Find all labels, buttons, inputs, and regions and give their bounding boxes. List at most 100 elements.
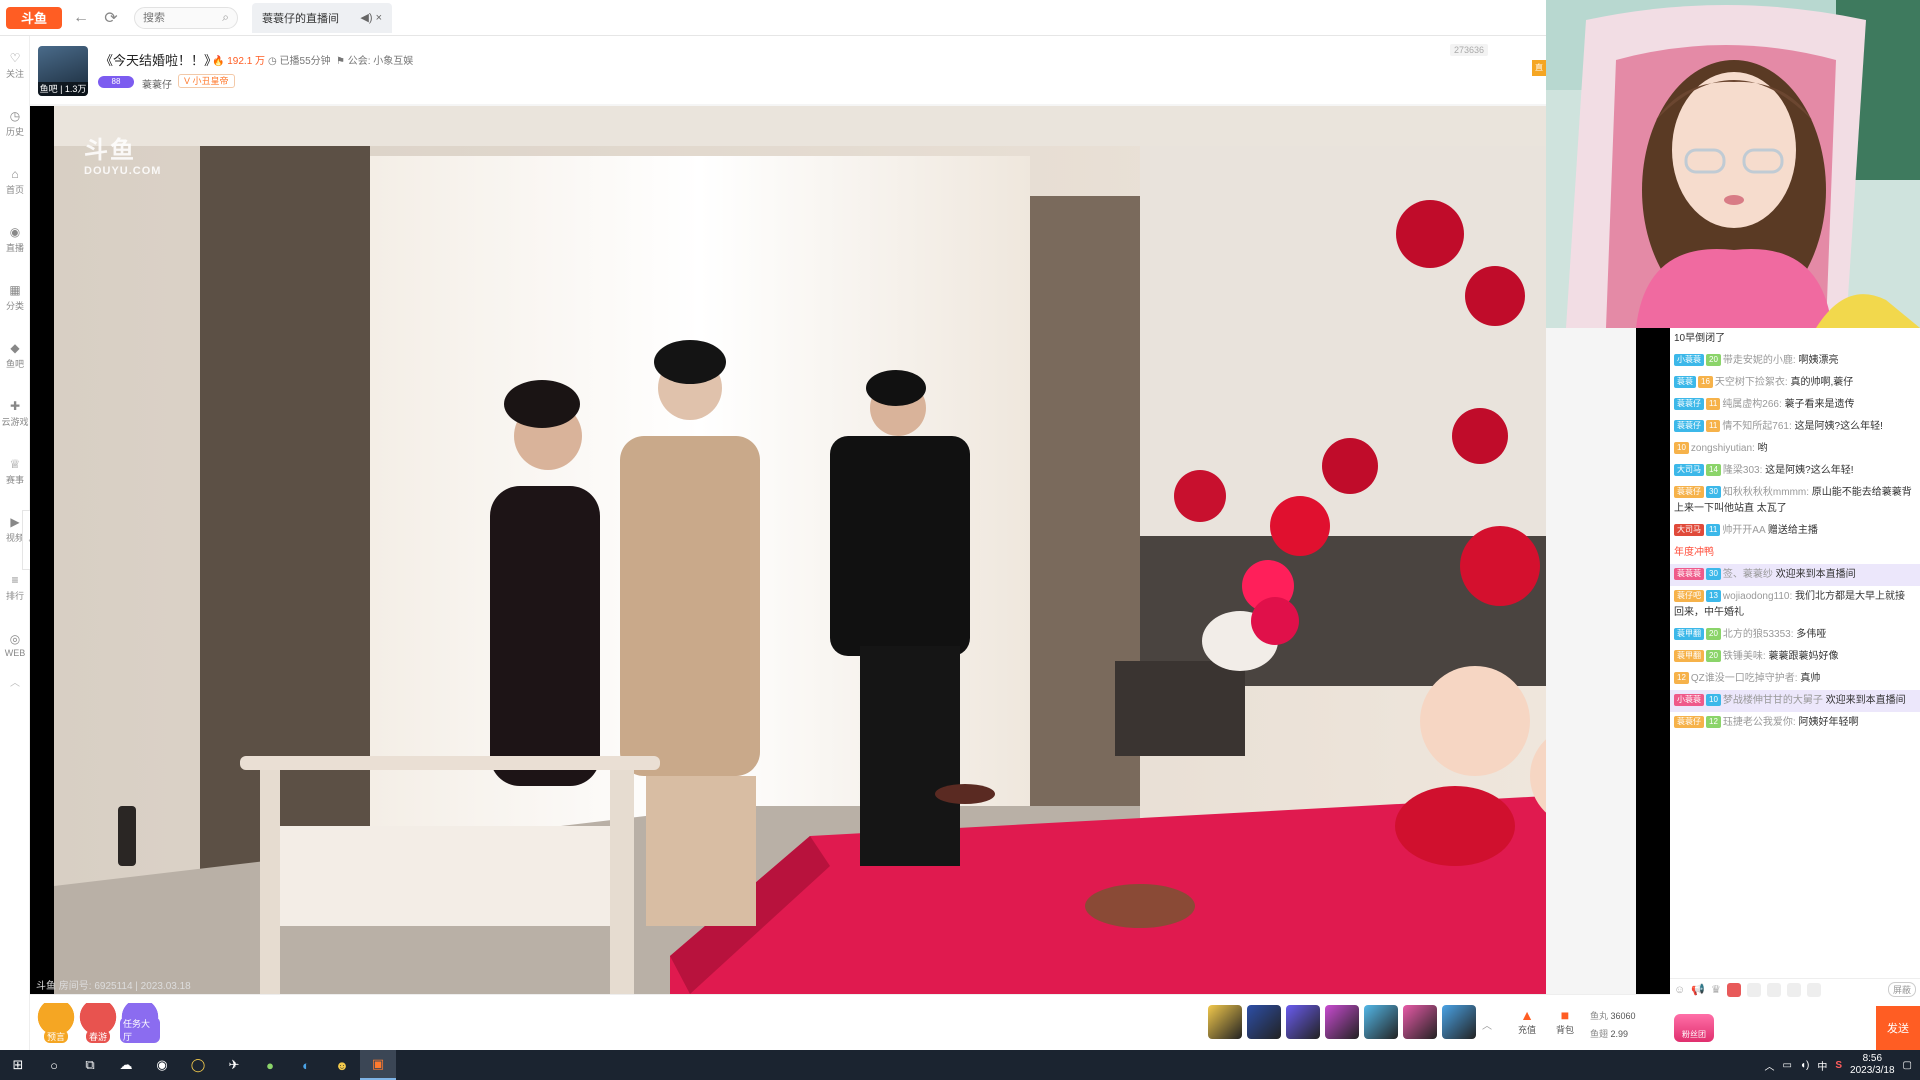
sidebar-item-10[interactable]: ◎ WEB xyxy=(0,616,30,674)
refresh-icon[interactable]: ⟳ xyxy=(100,7,122,29)
chevron-up-icon[interactable]: ︿ xyxy=(0,674,30,689)
chat-username[interactable]: 铁锤美味: xyxy=(1723,651,1766,662)
room-tag[interactable]: V 小丑皇帝 xyxy=(178,74,235,88)
chat-message-list[interactable]: 10早倒闭了 小蓑蓑 20 带走安妮的小鹿: 啊姨漂亮 蓑蓑 16 天空树下捡絮衣: 真的帅… xyxy=(1670,328,1920,734)
chat-username[interactable]: zongshiyutian: xyxy=(1691,443,1755,454)
search-input[interactable] xyxy=(143,11,213,24)
chat-message[interactable]: 小蓑蓑 20 带走安妮的小鹿: 啊姨漂亮 xyxy=(1670,350,1920,372)
user-badge[interactable]: 30 xyxy=(1706,568,1721,581)
user-badge[interactable]: 14 xyxy=(1706,464,1721,477)
sidebar-item-6[interactable]: ✚ 云游戏 xyxy=(0,384,30,442)
chat-message[interactable]: 蓑蓑仔 30 知秋秋秋秋mmmm: 原山能不能去给蓑蓑背上来一下叫他站直 太瓦了 xyxy=(1670,482,1920,520)
chat-message[interactable]: 蓑蓑蓑 30 签、蓑蓑纱 欢迎来到本直播间 xyxy=(1670,564,1920,586)
activity-button-1[interactable]: 春游 xyxy=(78,1003,118,1043)
tab-live-room[interactable]: 蓑蓑仔的直播间 ◀) × xyxy=(252,2,392,33)
shield-toggle[interactable]: 屏蔽 xyxy=(1887,982,1916,997)
tool-icon-1[interactable] xyxy=(1746,982,1761,997)
chat-username[interactable]: QZ谁没一口吃掉守护者: xyxy=(1691,673,1798,684)
user-badge[interactable]: 蓑蓑仔 xyxy=(1674,398,1704,411)
user-badge[interactable]: 16 xyxy=(1698,376,1713,389)
ime-indicator[interactable]: 中 xyxy=(1817,1058,1827,1073)
sidebar-item-1[interactable]: ◷ 历史 xyxy=(0,94,30,152)
chat-message[interactable]: 10 zongshiyutian: 哟 xyxy=(1670,438,1920,460)
gift-item-6[interactable] xyxy=(1442,1005,1476,1039)
tab-sound-close-icons[interactable]: ◀) × xyxy=(360,11,382,24)
search-box[interactable]: ⌕ xyxy=(134,6,238,29)
horn-icon[interactable]: 📢 xyxy=(1691,983,1705,996)
user-badge[interactable]: 蓑仔吧 xyxy=(1674,590,1704,603)
user-badge[interactable]: 11 xyxy=(1706,524,1721,537)
steam-icon[interactable]: ☁ xyxy=(108,1050,144,1080)
chevron-up-icon[interactable]: ︿ xyxy=(1482,1017,1492,1032)
user-badge[interactable]: 10 xyxy=(1674,442,1689,455)
user-badge[interactable]: 12 xyxy=(1674,672,1689,685)
obs-icon[interactable]: ◉ xyxy=(144,1050,180,1080)
chrome-icon[interactable]: ● xyxy=(252,1050,288,1080)
douyu-logo[interactable]: 斗鱼 xyxy=(6,6,62,29)
activity-button-0[interactable]: 预言 xyxy=(36,1003,76,1043)
chat-message[interactable]: 小蓑蓑 10 梦战楼伸甘甘的大舅子 欢迎来到本直播间 xyxy=(1670,690,1920,712)
tray-expand-icon[interactable]: ︿ xyxy=(1765,1058,1775,1073)
chat-message[interactable]: 蓑甲翻 20 北方的狼53353: 多伟哑 xyxy=(1670,624,1920,646)
sidebar-item-0[interactable]: ♡ 关注 xyxy=(0,36,30,94)
user-badge[interactable]: 10 xyxy=(1706,694,1721,707)
sidebar-item-4[interactable]: ▦ 分类 xyxy=(0,268,30,326)
edge-icon[interactable]: ◐ xyxy=(288,1050,324,1080)
user-badge[interactable]: 大司马 xyxy=(1674,464,1704,477)
gift-item-3[interactable] xyxy=(1325,1005,1359,1039)
browser-icon[interactable]: ◯ xyxy=(180,1050,216,1080)
gift-tool-icon[interactable] xyxy=(1726,982,1741,997)
sogou-icon[interactable]: S xyxy=(1835,1060,1842,1071)
sidebar-item-7[interactable]: ♕ 赛事 xyxy=(0,442,30,500)
task-view-icon[interactable]: ⧉ xyxy=(72,1050,108,1080)
user-badge[interactable]: 小蓑蓑 xyxy=(1674,354,1704,367)
crown-icon[interactable]: ♛ xyxy=(1711,983,1721,996)
chat-message[interactable]: 蓑蓑 16 天空树下捡絮衣: 真的帅啊,蓑仔 xyxy=(1670,372,1920,394)
chat-username[interactable]: 天空树下捡絮衣: xyxy=(1715,377,1788,388)
tool-icon-4[interactable] xyxy=(1806,982,1821,997)
gift-item-2[interactable] xyxy=(1286,1005,1320,1039)
chat-username[interactable]: 情不知所起761: xyxy=(1722,421,1791,432)
sidebar-item-5[interactable]: ◆ 鱼吧 xyxy=(0,326,30,384)
search-icon[interactable]: ⌕ xyxy=(222,10,229,25)
feather-app-icon[interactable]: ✈ xyxy=(216,1050,252,1080)
side-tag[interactable]: 直 xyxy=(1532,60,1546,76)
recharge-button[interactable]: ▲ 充值 xyxy=(1512,1007,1542,1036)
clock[interactable]: 8:56 2023/3/18 xyxy=(1850,1053,1895,1077)
user-badge[interactable]: 蓑甲翻 xyxy=(1674,650,1704,663)
user-badge[interactable]: 蓑甲翻 xyxy=(1674,628,1704,641)
user-badge[interactable]: 蓑蓑仔 xyxy=(1674,716,1704,729)
user-badge[interactable]: 蓑蓑仔 xyxy=(1674,486,1704,499)
chat-username[interactable]: 纯属虚构266: xyxy=(1722,399,1781,410)
chat-message[interactable]: 蓑蓑仔 11 情不知所起761: 这是阿姨?这么年轻! xyxy=(1670,416,1920,438)
chat-username[interactable]: 带走安妮的小鹿: xyxy=(1723,355,1796,366)
video-player[interactable]: 斗鱼 DOUYU.COM 斗鱼 房间号: 6925114 | 2023.03.1… xyxy=(30,106,1546,994)
activity-button-2[interactable]: 任务大厅 xyxy=(120,1003,160,1043)
user-badge[interactable]: 20 xyxy=(1706,650,1721,663)
chat-message[interactable]: 蓑蓑仔 11 纯属虚构266: 蓑子看来是遗传 xyxy=(1670,394,1920,416)
user-badge[interactable]: 大司马 xyxy=(1674,524,1704,537)
notification-icon[interactable]: ▢ xyxy=(1903,1060,1912,1071)
guild-text[interactable]: 公会: 小象互娱 xyxy=(348,56,414,67)
gift-item-0[interactable] xyxy=(1208,1005,1242,1039)
back-icon[interactable]: ← xyxy=(70,7,92,29)
user-badge[interactable]: 13 xyxy=(1706,590,1721,603)
user-badge[interactable]: 蓑蓑蓑 xyxy=(1674,568,1704,581)
anchor-avatar[interactable]: 鱼吧 | 1.3万 xyxy=(38,46,88,96)
fan-club-button[interactable]: 粉丝团 xyxy=(1674,1014,1714,1042)
chat-message[interactable]: 大司马 11 帅开开AA 赠送给主播 xyxy=(1670,520,1920,542)
windows-start-icon[interactable]: ⊞ xyxy=(0,1050,36,1080)
emoji-icon[interactable]: ☺ xyxy=(1674,984,1685,996)
chat-username[interactable]: 隆梁303: xyxy=(1723,465,1762,476)
gift-item-4[interactable] xyxy=(1364,1005,1398,1039)
tool-icon-2[interactable] xyxy=(1766,982,1781,997)
chat-message[interactable]: 大司马 14 隆梁303: 这是阿姨?这么年轻! xyxy=(1670,460,1920,482)
gift-item-1[interactable] xyxy=(1247,1005,1281,1039)
douyu-app-icon[interactable]: ▣ xyxy=(360,1050,396,1080)
chat-message[interactable]: 蓑仔吧 13 wojiaodong110: 我们北方都是大早上就接回来，中午婚礼 xyxy=(1670,586,1920,624)
user-badge[interactable]: 12 xyxy=(1706,716,1721,729)
tool-icon-3[interactable] xyxy=(1786,982,1801,997)
chat-input[interactable] xyxy=(1726,1008,1838,1042)
send-button[interactable]: 发送 xyxy=(1876,1006,1920,1050)
sidebar-item-3[interactable]: ◉ 直播 xyxy=(0,210,30,268)
